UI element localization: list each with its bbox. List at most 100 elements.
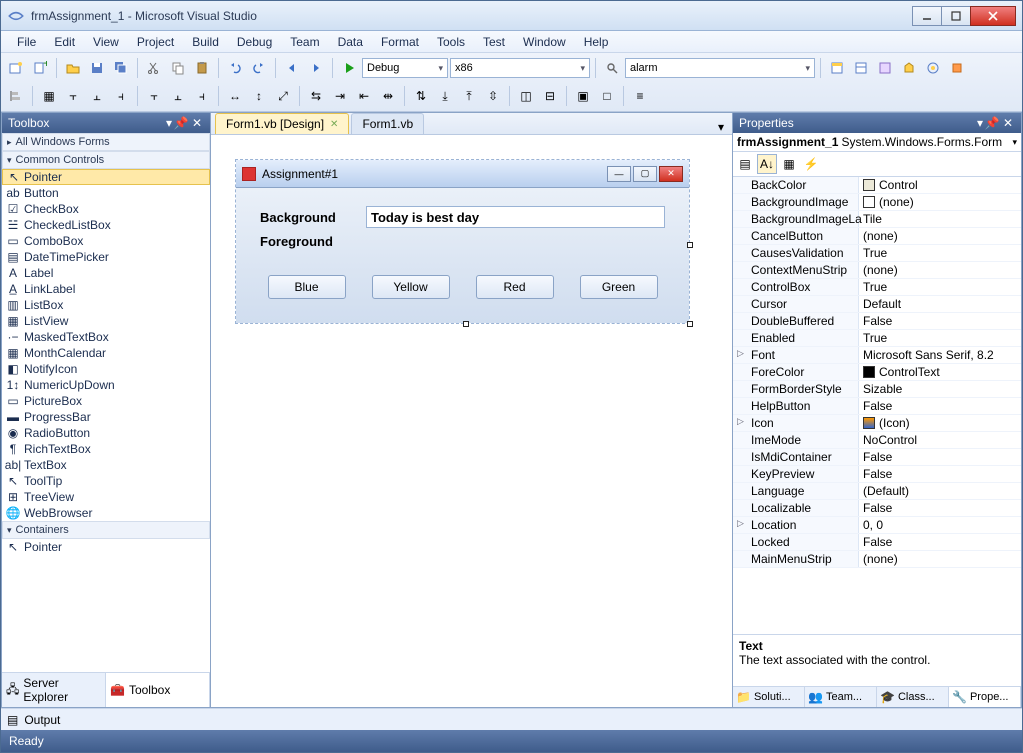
label-background[interactable]: Background	[260, 210, 356, 225]
add-item-icon[interactable]: +	[29, 57, 51, 79]
dropdown-icon[interactable]: ▾	[977, 116, 983, 130]
config-dropdown[interactable]: Debug	[362, 58, 448, 78]
object-browser-icon[interactable]	[874, 57, 896, 79]
open-icon[interactable]	[62, 57, 84, 79]
pin-icon[interactable]: 📌	[174, 116, 188, 130]
tab-order-icon[interactable]: ≡	[629, 85, 651, 107]
send-back-icon[interactable]: □	[596, 85, 618, 107]
nav-fwd-icon[interactable]	[305, 57, 327, 79]
paste-icon[interactable]	[191, 57, 213, 79]
tab-dropdown-icon[interactable]: ▾	[714, 120, 728, 134]
start-debug-button[interactable]	[338, 57, 360, 79]
menu-view[interactable]: View	[85, 33, 127, 51]
toolbox-item-webbrowser[interactable]: 🌐WebBrowser	[2, 505, 210, 521]
menu-build[interactable]: Build	[184, 33, 227, 51]
center-h-icon[interactable]: ◫	[515, 85, 537, 107]
toolbox-item-linklabel[interactable]: A̲LinkLabel	[2, 281, 210, 297]
property-row[interactable]: ContextMenuStrip(none)	[733, 262, 1021, 279]
toolbox-item-pointer[interactable]: ↖Pointer	[2, 539, 210, 555]
dropdown-icon[interactable]: ▾	[166, 116, 172, 130]
new-project-icon[interactable]	[5, 57, 27, 79]
vspace-remove-icon[interactable]: ⇳	[482, 85, 504, 107]
menu-window[interactable]: Window	[515, 33, 574, 51]
bring-front-icon[interactable]: ▣	[572, 85, 594, 107]
alphabetical-icon[interactable]: A↓	[757, 154, 777, 174]
panel-tab[interactable]: 👥Team...	[805, 687, 877, 707]
start-page-icon[interactable]	[922, 57, 944, 79]
maximize-button[interactable]	[941, 6, 971, 26]
property-row[interactable]: DoubleBufferedFalse	[733, 313, 1021, 330]
events-icon[interactable]: ⚡	[801, 154, 821, 174]
property-row[interactable]: ▷Location0, 0	[733, 517, 1021, 534]
menu-project[interactable]: Project	[129, 33, 182, 51]
menu-help[interactable]: Help	[576, 33, 617, 51]
menu-tools[interactable]: Tools	[429, 33, 473, 51]
textbox-main[interactable]	[366, 206, 665, 228]
tab-toolbox[interactable]: 🧰Toolbox	[106, 673, 210, 707]
toolbox-item-label[interactable]: ALabel	[2, 265, 210, 281]
menu-file[interactable]: File	[9, 33, 44, 51]
toolbox-item-monthcalendar[interactable]: ▦MonthCalendar	[2, 345, 210, 361]
property-row[interactable]: HelpButtonFalse	[733, 398, 1021, 415]
panel-tab[interactable]: 🔧Prope...	[949, 687, 1021, 707]
property-row[interactable]: MainMenuStrip(none)	[733, 551, 1021, 568]
toolbox-item-checkedlistbox[interactable]: ☱CheckedListBox	[2, 217, 210, 233]
properties-window-icon[interactable]	[850, 57, 872, 79]
toolbox-item-treeview[interactable]: ⊞TreeView	[2, 489, 210, 505]
find-dropdown[interactable]: alarm	[625, 58, 815, 78]
property-row[interactable]: KeyPreviewFalse	[733, 466, 1021, 483]
toolbox-item-numericupdown[interactable]: 1↕NumericUpDown	[2, 377, 210, 393]
toolbox-item-listbox[interactable]: ▥ListBox	[2, 297, 210, 313]
align-bottoms-icon[interactable]: ⫞	[191, 85, 213, 107]
toolbox-item-picturebox[interactable]: ▭PictureBox	[2, 393, 210, 409]
align-grid-icon[interactable]: ▦	[38, 85, 60, 107]
button-red[interactable]: Red	[476, 275, 554, 299]
property-row[interactable]: BackColorControl	[733, 177, 1021, 194]
same-width-icon[interactable]: ↔	[224, 85, 246, 107]
nav-back-icon[interactable]	[281, 57, 303, 79]
same-height-icon[interactable]: ↕	[248, 85, 270, 107]
menu-edit[interactable]: Edit	[46, 33, 83, 51]
toolbox-item-listview[interactable]: ▦ListView	[2, 313, 210, 329]
button-blue[interactable]: Blue	[268, 275, 346, 299]
toolbox-group[interactable]: ▾Common Controls	[2, 151, 210, 169]
align-lefts-icon[interactable]: ⫟	[62, 85, 84, 107]
align-centers-icon[interactable]: ⫠	[86, 85, 108, 107]
label-foreground[interactable]: Foreground	[260, 234, 356, 249]
categorized-icon[interactable]: ▤	[735, 154, 755, 174]
panel-tab[interactable]: 📁Soluti...	[733, 687, 805, 707]
menu-test[interactable]: Test	[475, 33, 513, 51]
hspace-remove-icon[interactable]: ⇹	[377, 85, 399, 107]
property-row[interactable]: Language(Default)	[733, 483, 1021, 500]
toolbox-item-checkbox[interactable]: ☑CheckBox	[2, 201, 210, 217]
toolbox-window-icon[interactable]	[898, 57, 920, 79]
toolbox-item-notifyicon[interactable]: ◧NotifyIcon	[2, 361, 210, 377]
close-tab-icon[interactable]: ✕	[330, 119, 338, 130]
toolbox-item-button[interactable]: abButton	[2, 185, 210, 201]
tab-server-explorer[interactable]: 🖧Server Explorer	[2, 673, 106, 707]
vspace-dec-icon[interactable]: ⤒	[458, 85, 480, 107]
toolbox-item-radiobutton[interactable]: ◉RadioButton	[2, 425, 210, 441]
property-row[interactable]: ForeColorControlText	[733, 364, 1021, 381]
property-row[interactable]: ControlBoxTrue	[733, 279, 1021, 296]
platform-dropdown[interactable]: x86	[450, 58, 590, 78]
cut-icon[interactable]	[143, 57, 165, 79]
property-row[interactable]: BackgroundImageLaTile	[733, 211, 1021, 228]
redo-icon[interactable]	[248, 57, 270, 79]
toolbox-item-progressbar[interactable]: ▬ProgressBar	[2, 409, 210, 425]
save-icon[interactable]	[86, 57, 108, 79]
menu-debug[interactable]: Debug	[229, 33, 280, 51]
minimize-button[interactable]	[912, 6, 942, 26]
hspace-inc-icon[interactable]: ⇥	[329, 85, 351, 107]
vspace-equal-icon[interactable]: ⇅	[410, 85, 432, 107]
align-tops-icon[interactable]: ⫟	[143, 85, 165, 107]
property-row[interactable]: EnabledTrue	[733, 330, 1021, 347]
tab-design[interactable]: Form1.vb [Design]✕	[215, 113, 349, 134]
hspace-dec-icon[interactable]: ⇤	[353, 85, 375, 107]
toolbox-group[interactable]: ▾Containers	[2, 521, 210, 539]
menu-format[interactable]: Format	[373, 33, 427, 51]
find-icon[interactable]	[601, 57, 623, 79]
designed-form[interactable]: Assignment#1 — ▢ ✕ Background	[235, 159, 690, 324]
menu-team[interactable]: Team	[282, 33, 327, 51]
close-panel-icon[interactable]: ✕	[190, 116, 204, 130]
